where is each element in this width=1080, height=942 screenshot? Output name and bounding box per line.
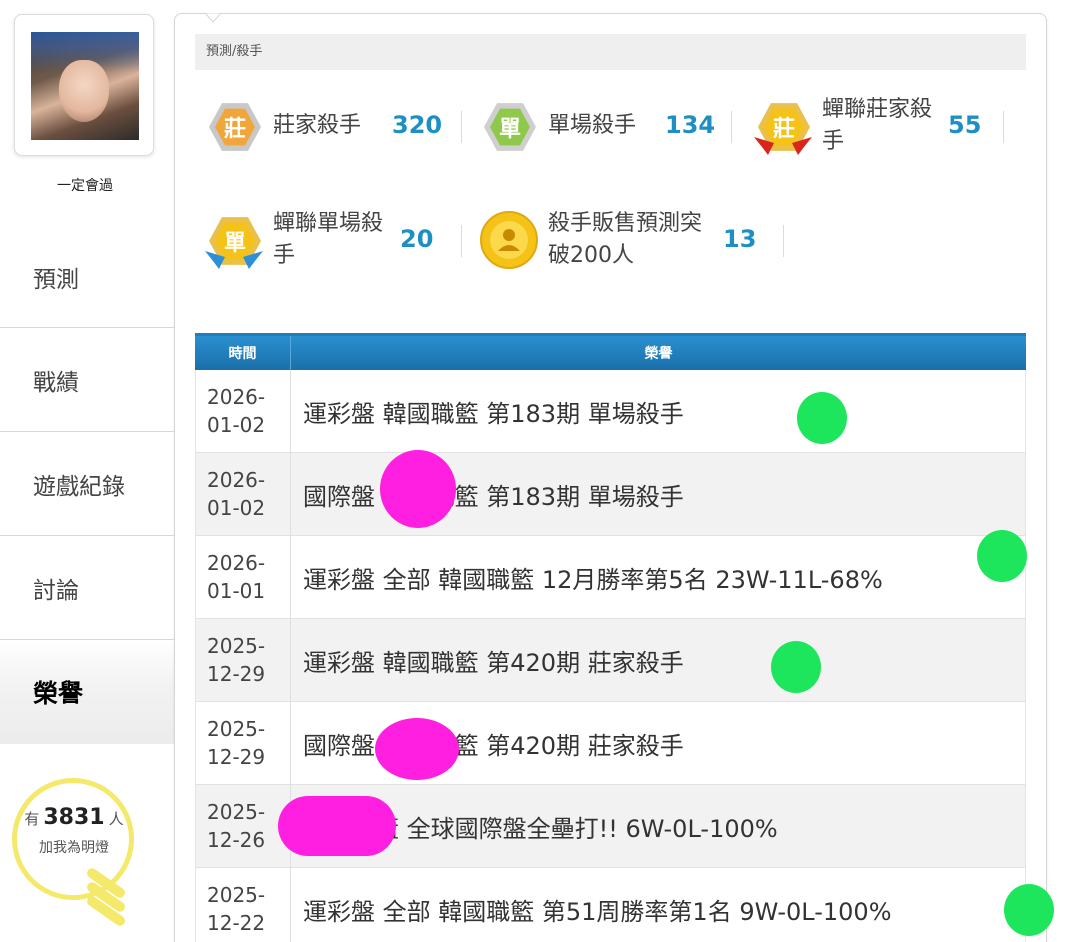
table-header: 時間 榮譽 [195, 333, 1026, 370]
fan-cta-text: 加我為明燈 [39, 840, 109, 856]
stat-label: 單場殺手 [548, 113, 637, 138]
stat-label: 殺手販售預測突破200人 [548, 211, 703, 268]
honor-cell: 日本職籃 全球國際盤全壘打!! 6W-0L-100% [291, 785, 1026, 867]
lightbulb-base-icon [84, 866, 136, 928]
magenta-redaction-mark [375, 718, 459, 780]
stat-count: 320 [392, 111, 443, 139]
honor-cell: 運彩盤 全部 韓國職籃 第51周勝率第1名 9W-0L-100% [291, 868, 1026, 942]
fan-count: 有 3831 人 [24, 805, 124, 830]
date-cell: 2025- 12-29 [195, 702, 291, 784]
killer-stats: 莊 莊家殺手 320 單 單場殺手 134 莊 蟬聯莊家殺手 55 單 蟬聯單場… [195, 88, 1035, 298]
table-row: 2026- 01-01 運彩盤 全部 韓國職籃 12月勝率第5名 23W-11L-… [195, 536, 1026, 619]
consecutive-single-badge-icon: 單 [203, 209, 265, 271]
table-row: 2025- 12-22 運彩盤 全部 韓國職籃 第51周勝率第1名 9W-0L-1… [195, 868, 1026, 942]
sidebar-item-honors[interactable]: 榮譽 [0, 640, 175, 744]
date-cell: 2026- 01-02 [195, 370, 291, 452]
banker-badge-icon: 莊 [203, 95, 265, 157]
date-cell: 2025- 12-22 [195, 868, 291, 942]
green-dot-marker [771, 641, 821, 693]
sidebar-item-game-history[interactable]: 遊戲紀錄 [0, 432, 175, 536]
stat-single-killer: 單 單場殺手 134 [478, 91, 738, 161]
stat-label: 莊家殺手 [273, 113, 362, 138]
column-header-honor: 榮譽 [644, 346, 673, 362]
green-dot-marker [1004, 884, 1054, 936]
table-row: 2026- 01-02 國際盤 韓國職籃 第183期 單場殺手 [195, 453, 1026, 536]
sidebar-item-discussion[interactable]: 討論 [0, 536, 175, 640]
stat-count: 134 [665, 111, 716, 139]
date-cell: 2026- 01-02 [195, 453, 291, 535]
sidebar-item-record[interactable]: 戰績 [0, 328, 175, 432]
username: 一定會過 [57, 178, 113, 194]
table-row: 2026- 01-02 運彩盤 韓國職籃 第183期 單場殺手 [195, 370, 1026, 453]
stat-consecutive-single-killer: 單 蟬聯單場殺手 20 [203, 205, 463, 275]
table-row: 2025- 12-29 運彩盤 韓國職籃 第420期 莊家殺手 [195, 619, 1026, 702]
avatar-frame[interactable] [14, 14, 154, 156]
magenta-redaction-mark [380, 450, 456, 528]
magenta-redaction-mark [278, 796, 396, 856]
date-cell: 2026- 01-01 [195, 536, 291, 618]
sidebar: 一定會過 預測 戰績 遊戲紀錄 討論 榮譽 有 3831 人 加我為明燈 [0, 0, 175, 942]
panel-notch [205, 13, 221, 23]
stat-count: 20 [400, 225, 434, 253]
sidebar-item-predictions[interactable]: 預測 [0, 226, 175, 328]
date-cell: 2025- 12-26 [195, 785, 291, 867]
stat-count: 13 [723, 225, 757, 253]
table-row: 2025- 12-29 國際盤 日本職籃 第420期 莊家殺手 [195, 702, 1026, 785]
single-badge-icon: 單 [478, 95, 540, 157]
honor-cell: 運彩盤 全部 韓國職籃 12月勝率第5名 23W-11L-68% [291, 536, 1026, 618]
stat-label: 蟬聯單場殺手 [273, 211, 384, 268]
stat-label: 蟬聯莊家殺手 [822, 97, 933, 154]
stat-consecutive-banker-killer: 莊 蟬聯莊家殺手 55 [752, 91, 1012, 161]
honor-cell: 運彩盤 韓國職籃 第183期 單場殺手 [291, 370, 1026, 452]
green-dot-marker [977, 530, 1027, 582]
green-dot-marker [797, 392, 847, 444]
column-header-time: 時間 [195, 336, 291, 370]
fan-lightbulb-button[interactable]: 有 3831 人 加我為明燈 [10, 778, 150, 928]
sidebar-nav: 預測 戰績 遊戲紀錄 討論 榮譽 [0, 226, 175, 744]
avatar[interactable] [31, 32, 139, 140]
breadcrumb: 預測/殺手 [195, 34, 1026, 70]
sales-killer-badge-icon [478, 209, 540, 271]
stat-count: 55 [948, 111, 982, 139]
stat-sales-killer: 殺手販售預測突破200人 13 [478, 205, 798, 275]
date-cell: 2025- 12-29 [195, 619, 291, 701]
honor-cell: 運彩盤 韓國職籃 第420期 莊家殺手 [291, 619, 1026, 701]
stat-banker-killer: 莊 莊家殺手 320 [203, 91, 463, 161]
consecutive-banker-badge-icon: 莊 [752, 95, 814, 157]
